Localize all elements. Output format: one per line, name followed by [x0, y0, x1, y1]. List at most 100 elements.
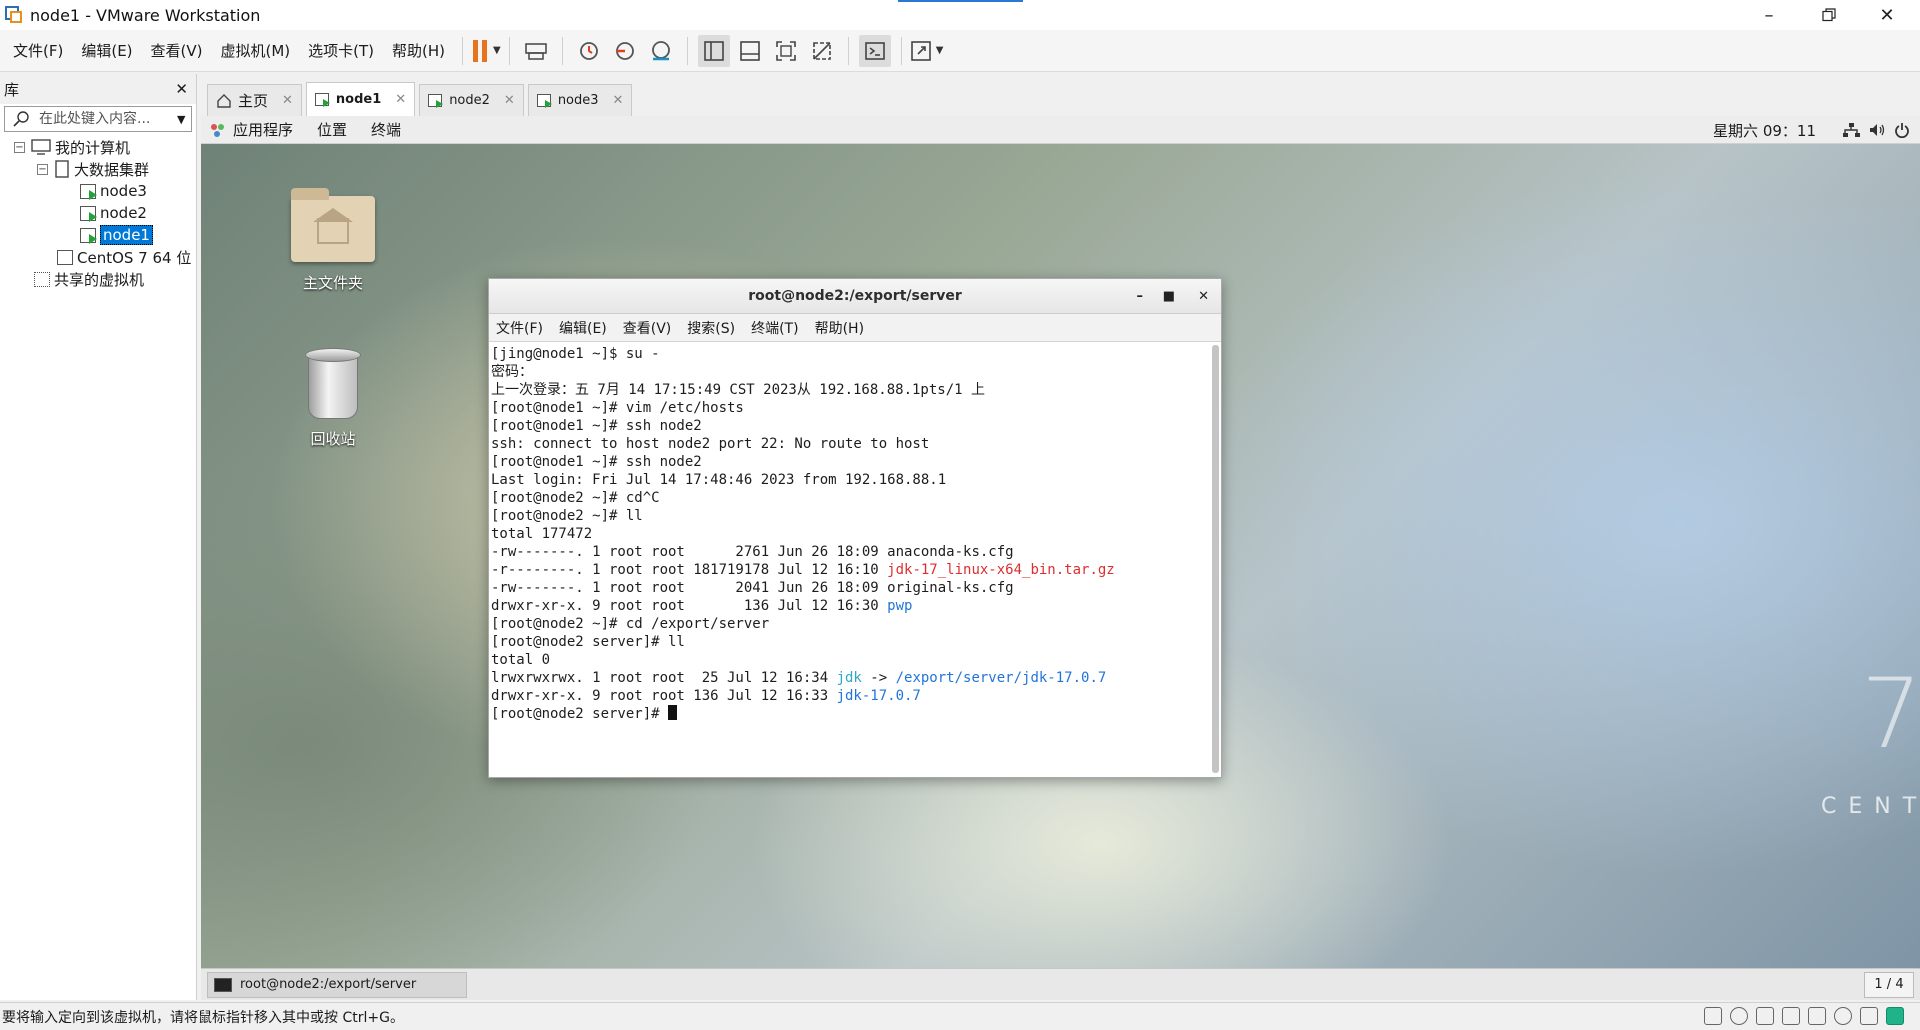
guest-menu-terminal[interactable]: 终端 — [371, 119, 401, 140]
snapshot-manager-button[interactable] — [645, 35, 677, 67]
terminal-maximize-button[interactable]: ■ — [1163, 279, 1175, 314]
message-log-icon[interactable] — [1886, 1007, 1904, 1025]
tree-item-cluster[interactable]: − 大数据集群 — [0, 158, 196, 180]
title-bar: node1 - VMware Workstation – ✕ — [0, 0, 1920, 30]
pause-button[interactable]: ▼ — [471, 39, 501, 62]
terminal-line: [root@node1 ~]# ssh node2 — [491, 418, 702, 434]
minimize-button[interactable]: – — [1746, 0, 1792, 30]
tab-close-icon[interactable]: ✕ — [504, 93, 515, 108]
terminal-menu-file[interactable]: 文件(F) — [496, 318, 543, 338]
toolbar-separator — [686, 36, 688, 65]
display-icon[interactable] — [1860, 1007, 1878, 1025]
cd-dvd-icon[interactable] — [1730, 1007, 1748, 1025]
terminal-menu-view[interactable]: 查看(V) — [623, 318, 672, 338]
terminal-menu-search[interactable]: 搜索(S) — [687, 318, 735, 338]
stretch-guest-button[interactable]: ▼ — [910, 40, 944, 62]
chevron-down-icon[interactable]: ▼ — [936, 45, 944, 56]
tree-item-node1[interactable]: node1 — [0, 224, 196, 246]
tab-close-icon[interactable]: ✕ — [613, 93, 624, 108]
tree-label: 大数据集群 — [74, 160, 150, 179]
chevron-down-icon[interactable]: ▼ — [493, 45, 501, 56]
tab-home[interactable]: 主页 ✕ — [207, 84, 302, 116]
desktop-home-folder[interactable]: 主文件夹 — [283, 188, 383, 293]
menu-edit[interactable]: 编辑(E) — [72, 40, 141, 61]
home-icon — [217, 94, 231, 108]
restore-button[interactable] — [1806, 0, 1852, 30]
terminal-prompt-line[interactable]: [root@node2 server]# — [491, 705, 1207, 723]
terminal-titlebar[interactable]: root@node2:/export/server – ■ ✕ — [489, 279, 1221, 314]
library-search-input[interactable] — [39, 111, 169, 127]
vm-running-icon — [428, 94, 444, 108]
terminal-line: [jing@node1 ~]$ su - — [491, 346, 660, 362]
tab-node3[interactable]: node3 ✕ — [527, 84, 633, 116]
library-close-icon[interactable]: ✕ — [175, 80, 188, 98]
workspace-pager[interactable]: 1 / 4 — [1864, 972, 1914, 998]
show-thumbnail-bar-button[interactable] — [734, 35, 766, 67]
printer-icon[interactable] — [1782, 1007, 1800, 1025]
thumbnail-view-icon — [739, 40, 760, 61]
ls-filename-link: jdk — [836, 670, 862, 686]
tab-node1[interactable]: node1 ✕ — [305, 82, 416, 116]
send-ctrl-alt-del-button[interactable] — [520, 35, 552, 67]
terminal-line: total 0 — [491, 652, 551, 668]
collapse-icon[interactable]: − — [14, 141, 25, 153]
console-view-button[interactable] — [858, 34, 891, 67]
power-icon[interactable] — [1894, 122, 1910, 138]
vm-running-icon — [80, 183, 97, 200]
collapse-icon[interactable]: − — [37, 163, 48, 175]
keyboard-send-icon — [524, 42, 547, 60]
terminal-line: [root@node2 server]# ll — [491, 634, 685, 650]
network-icon[interactable] — [1842, 122, 1860, 138]
terminal-menu-terminal[interactable]: 终端(T) — [751, 318, 798, 338]
usb-icon[interactable] — [1834, 1007, 1852, 1025]
tree-item-centos7[interactable]: CentOS 7 64 位 — [0, 246, 196, 268]
show-library-button[interactable] — [697, 34, 730, 67]
tree-item-node3[interactable]: node3 — [0, 180, 196, 202]
vmware-logo-icon — [4, 5, 24, 25]
terminal-window[interactable]: root@node2:/export/server – ■ ✕ 文件(F) 编辑… — [488, 278, 1222, 778]
terminal-menu-edit[interactable]: 编辑(E) — [559, 318, 607, 338]
menu-help[interactable]: 帮助(H) — [383, 40, 454, 61]
ls-filename-dir: jdk-17.0.7 — [836, 688, 921, 704]
guest-menu-applications[interactable]: 应用程序 — [233, 119, 293, 140]
menu-vm[interactable]: 虚拟机(M) — [212, 40, 300, 61]
volume-icon[interactable] — [1868, 122, 1886, 138]
tab-node2[interactable]: node2 ✕ — [419, 84, 524, 116]
network-adapter-icon[interactable] — [1756, 1007, 1774, 1025]
terminal-minimize-button[interactable]: – — [1137, 279, 1144, 314]
hard-disk-icon[interactable] — [1704, 1007, 1722, 1025]
terminal-close-button[interactable]: ✕ — [1198, 279, 1209, 314]
guest-menu-places[interactable]: 位置 — [317, 119, 347, 140]
library-tree: − 我的计算机 − 大数据集群 node3 node2 node1 CentOS… — [0, 136, 196, 290]
tree-item-my-computer[interactable]: − 我的计算机 — [0, 136, 196, 158]
menu-view[interactable]: 查看(V) — [142, 40, 212, 61]
vm-tab-strip: 主页 ✕ node1 ✕ node2 ✕ node3 ✕ — [201, 80, 1920, 116]
unity-icon — [812, 41, 831, 60]
terminal-scrollbar[interactable] — [1212, 345, 1219, 773]
unity-button[interactable] — [806, 35, 838, 67]
tab-close-icon[interactable]: ✕ — [282, 93, 293, 108]
close-button[interactable]: ✕ — [1864, 0, 1910, 30]
snapshot-revert-button[interactable] — [609, 35, 641, 67]
library-header: 库 ✕ — [0, 74, 196, 104]
taskbar-terminal-item[interactable]: root@node2:/export/server — [207, 971, 467, 998]
snapshot-take-button[interactable] — [573, 35, 605, 67]
ls-row: lrwxrwxrwx. 1 root root 25 Jul 12 16:34 … — [491, 669, 1207, 687]
terminal-line: [root@node2 ~]# ll — [491, 508, 643, 524]
desktop-trash[interactable]: 回收站 — [283, 348, 383, 449]
ls-row: -rw-------. 1 root root 2761 Jun 26 18:0… — [491, 543, 1207, 561]
stretch-icon — [910, 40, 931, 61]
terminal-output[interactable]: [jing@node1 ~]$ su - 密码： 上一次登录：五 7月 14 17:… — [489, 343, 1209, 777]
tree-item-node2[interactable]: node2 — [0, 202, 196, 224]
menu-tabs[interactable]: 选项卡(T) — [299, 40, 383, 61]
sound-card-icon[interactable] — [1808, 1007, 1826, 1025]
terminal-menu-help[interactable]: 帮助(H) — [815, 318, 864, 338]
shared-vm-icon — [34, 271, 50, 287]
tab-close-icon[interactable]: ✕ — [395, 92, 406, 107]
chevron-down-icon[interactable]: ▼ — [177, 113, 185, 126]
guest-clock[interactable]: 星期六 09：11 — [1713, 120, 1816, 141]
tree-item-shared-vms[interactable]: 共享的虚拟机 — [0, 268, 196, 290]
tab-label: 主页 — [238, 92, 269, 110]
menu-file[interactable]: 文件(F) — [4, 40, 72, 61]
full-screen-button[interactable] — [770, 35, 802, 67]
